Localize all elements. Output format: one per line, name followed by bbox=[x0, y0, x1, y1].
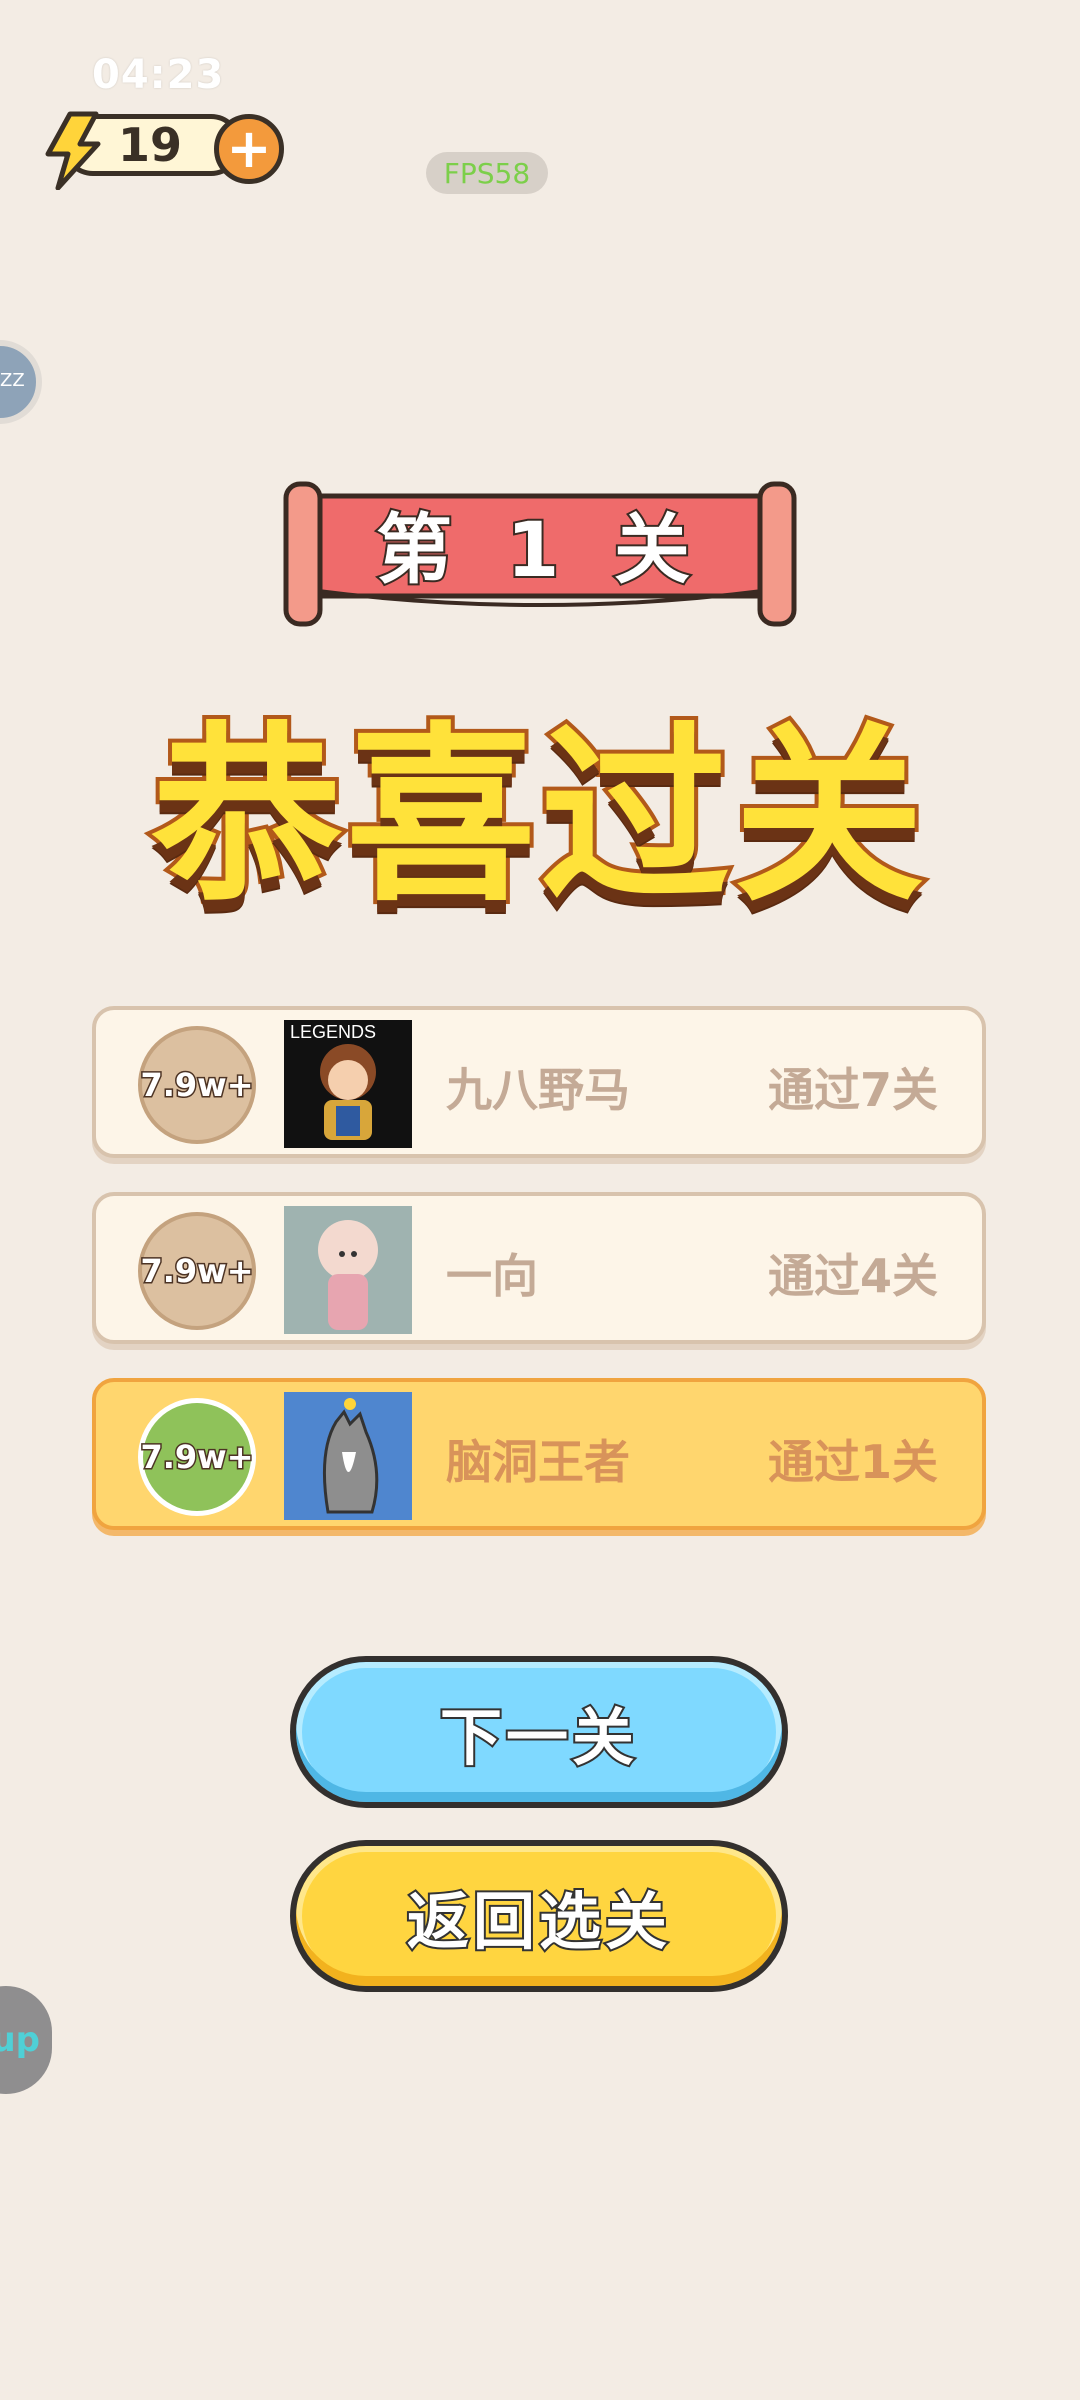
player-progress: 通过4关 bbox=[767, 1249, 938, 1303]
avatar-caption: LEGENDS bbox=[290, 1022, 376, 1042]
energy-value: 19 bbox=[118, 118, 183, 172]
side-bubble-label: ZZ bbox=[0, 370, 25, 391]
level-banner-text: 第 1 关 bbox=[374, 503, 704, 596]
player-name: 一向 bbox=[446, 1249, 538, 1303]
congrats-headline: 恭喜过关 bbox=[148, 702, 928, 931]
add-energy-button[interactable]: + bbox=[214, 114, 284, 184]
player-name: 九八野马 bbox=[446, 1063, 630, 1117]
player-progress: 通过7关 bbox=[767, 1063, 938, 1117]
side-sup-button[interactable]: up bbox=[0, 1986, 52, 2094]
sup-label: up bbox=[0, 2020, 40, 2060]
plus-icon: + bbox=[226, 117, 272, 180]
player-avatar: LEGENDS bbox=[284, 1020, 412, 1148]
leaderboard-row: 7.9w+ LEGENDS 九八野马 通过7关 bbox=[92, 1006, 986, 1158]
status-time: 04:23 bbox=[92, 52, 225, 98]
next-level-label: 下一关 bbox=[438, 1699, 638, 1776]
back-to-level-select-button[interactable]: 返回选关 bbox=[290, 1840, 788, 1992]
player-avatar bbox=[284, 1392, 412, 1520]
player-name: 脑洞王者 bbox=[446, 1435, 630, 1489]
fps-badge: FPS58 bbox=[426, 152, 548, 194]
player-progress: 通过1关 bbox=[767, 1435, 938, 1489]
back-label: 返回选关 bbox=[405, 1883, 671, 1960]
player-count-badge: 7.9w+ bbox=[138, 1026, 256, 1144]
leaderboard-row: 7.9w+ 一向 通过4关 bbox=[92, 1192, 986, 1344]
leaderboard-row-current: 7.9w+ 脑洞王者 通过1关 bbox=[92, 1378, 986, 1530]
player-count-badge: 7.9w+ bbox=[138, 1212, 256, 1330]
lightning-bolt-icon bbox=[45, 111, 101, 190]
player-avatar bbox=[284, 1206, 412, 1334]
player-count-badge: 7.9w+ bbox=[138, 1398, 256, 1516]
next-level-button[interactable]: 下一关 bbox=[290, 1656, 788, 1808]
